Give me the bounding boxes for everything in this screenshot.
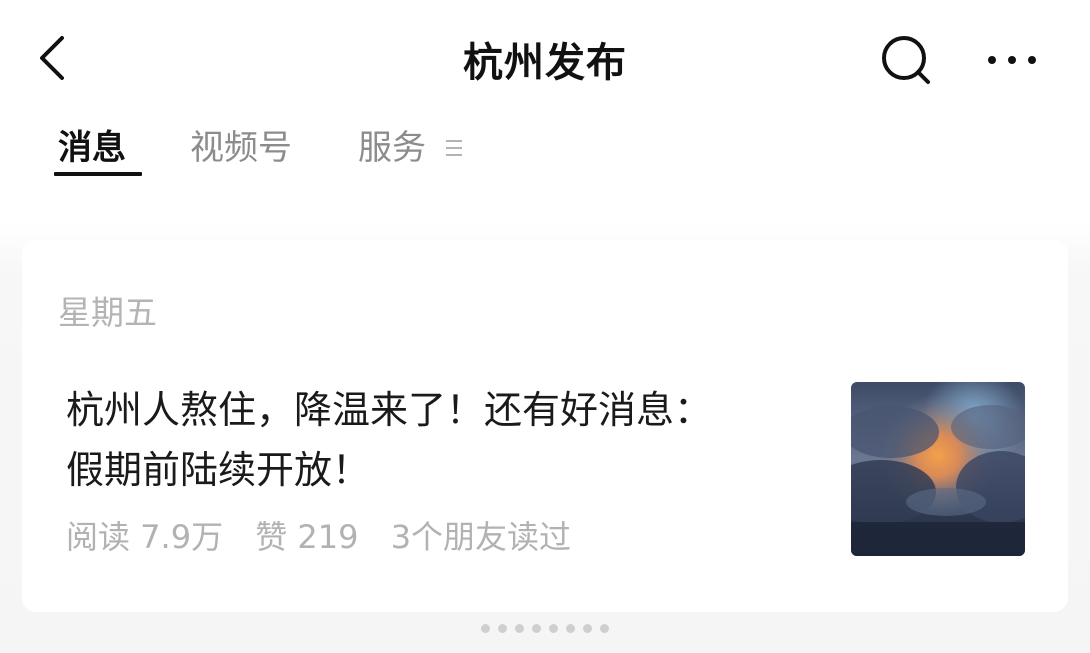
more-horizontal-icon (988, 56, 1036, 64)
article-title-line-1: 杭州人熬住，降温来了！还有好消息： (66, 388, 713, 432)
back-button[interactable] (30, 32, 78, 84)
article-card[interactable]: 星期五 杭州人熬住，降温来了！还有好消息： 假期前陆续开放！ 阅读 7.9万 赞… (22, 240, 1068, 612)
more-button[interactable] (982, 34, 1042, 86)
tab-bar: 消息 视频号 服务 (0, 118, 1090, 184)
scroll-indicator (0, 618, 1090, 637)
active-tab-indicator (54, 172, 142, 176)
article-title[interactable]: 杭州人熬住，降温来了！还有好消息： 假期前陆续开放！ (66, 380, 836, 500)
read-count: 阅读 7.9万 (66, 518, 224, 556)
top-bar: 杭州发布 (0, 0, 1090, 118)
article-meta: 阅读 7.9万 赞 219 3个朋友读过 (66, 512, 593, 558)
date-label: 星期五 (58, 293, 157, 332)
chevron-left-icon (40, 36, 64, 80)
friends-read: 3个朋友读过 (390, 518, 572, 556)
tab-messages[interactable]: 消息 (58, 120, 126, 169)
menu-icon (446, 140, 462, 158)
sunset-clouds-image (851, 382, 1025, 556)
search-button[interactable] (878, 34, 934, 86)
search-icon (882, 36, 930, 84)
like-count: 赞 219 (255, 518, 359, 556)
tab-channels[interactable]: 视频号 (190, 120, 292, 169)
tab-services[interactable]: 服务 (358, 120, 426, 169)
article-title-line-2: 假期前陆续开放！ (66, 448, 371, 492)
article-thumbnail[interactable] (851, 382, 1025, 556)
